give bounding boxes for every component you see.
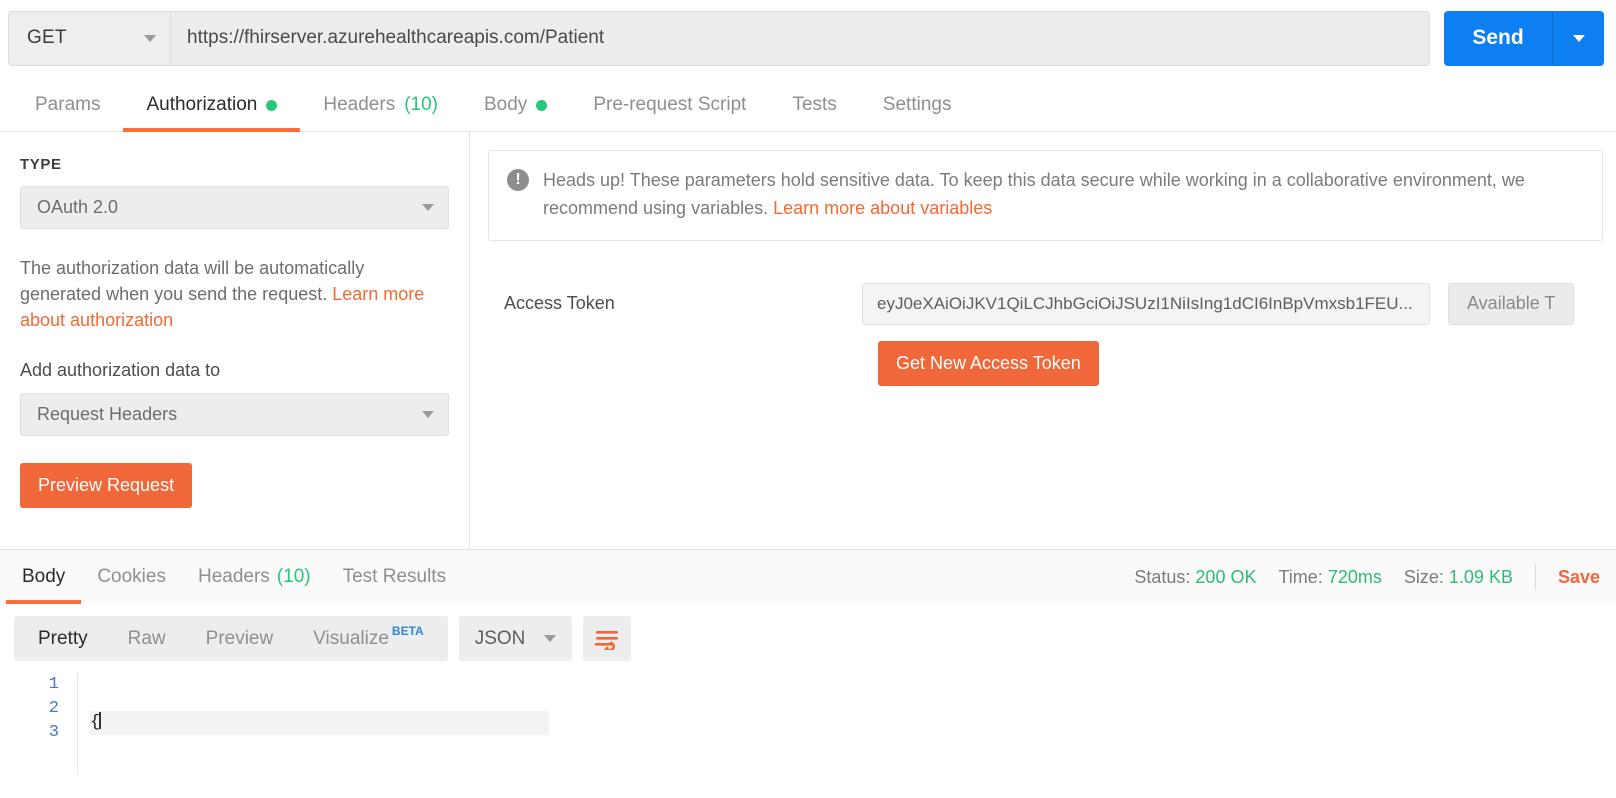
response-format-select[interactable]: JSON: [458, 616, 572, 661]
auth-type-select[interactable]: OAuth 2.0: [20, 186, 449, 229]
status-label: Status:: [1134, 566, 1191, 587]
chevron-down-icon: [422, 204, 434, 211]
tab-tests[interactable]: Tests: [769, 94, 859, 131]
tab-count: (10): [276, 566, 311, 587]
tab-label: Cookies: [97, 566, 166, 587]
chevron-down-icon: [1572, 34, 1585, 42]
format-value: JSON: [474, 627, 526, 649]
time-value: 720ms: [1327, 566, 1382, 587]
response-tab-body[interactable]: Body: [6, 550, 82, 604]
tab-label: Tests: [792, 94, 837, 115]
get-new-access-token-button[interactable]: Get New Access Token: [878, 340, 1099, 386]
response-tabs: Body Cookies Headers (10) Test Results: [0, 550, 462, 604]
learn-more-variables-link[interactable]: Learn more about variables: [773, 198, 992, 218]
tab-settings[interactable]: Settings: [860, 94, 975, 131]
response-tab-cookies[interactable]: Cookies: [81, 550, 182, 604]
beta-badge: BETA: [391, 624, 424, 638]
send-button-group: Send: [1444, 10, 1604, 66]
tab-label: Settings: [882, 94, 952, 115]
http-method-value: GET: [27, 27, 67, 48]
auth-type-label: TYPE: [20, 156, 62, 173]
add-auth-data-select[interactable]: Request Headers: [20, 393, 449, 437]
tab-label: Authorization: [146, 94, 258, 115]
status-dot-icon: [536, 99, 548, 111]
view-preview[interactable]: Preview: [186, 616, 294, 661]
http-method-select[interactable]: GET: [8, 10, 170, 66]
access-token-input[interactable]: eyJ0eXAiOiJKV1QiLCJhbGciOiJSUzI1NiIsIng1…: [862, 282, 1430, 325]
status-value: 200 OK: [1195, 566, 1257, 587]
tab-label: Headers: [323, 94, 396, 115]
code-content: { "resourceType": "Bundle", "id": "164a1…: [78, 673, 550, 773]
line-number: 3: [48, 723, 59, 742]
divider: [1534, 564, 1536, 590]
exclamation-icon: !: [507, 169, 529, 191]
response-view-switcher: Pretty Raw Preview Visualize BETA: [14, 616, 448, 661]
auth-helper-sentence: The authorization data will be automatic…: [20, 258, 365, 305]
view-raw[interactable]: Raw: [108, 616, 186, 661]
response-stats: Status: 200 OK Time: 720ms Size: 1.09 KB…: [1134, 564, 1602, 590]
sensitive-data-notice: ! Heads up! These parameters hold sensit…: [488, 150, 1603, 241]
tab-pre-request-script[interactable]: Pre-request Script: [570, 94, 769, 131]
size-label: Size:: [1403, 566, 1444, 587]
request-tabs: Params Authorization Headers (10) Body P…: [0, 78, 1616, 132]
response-meta-bar: Body Cookies Headers (10) Test Results S…: [0, 549, 1616, 604]
send-button[interactable]: Send: [1444, 10, 1552, 66]
response-body-code[interactable]: 1 2 3 { "resourceType": "Bundle", "id": …: [0, 673, 1616, 773]
request-url-input[interactable]: https://fhirserver.azurehealthcareapis.c…: [170, 10, 1430, 66]
available-tokens-button[interactable]: Available T: [1448, 282, 1575, 325]
line-number: 2: [48, 699, 59, 718]
tab-params[interactable]: Params: [12, 94, 123, 131]
line-number: 1: [48, 675, 59, 694]
auth-helper-text: The authorization data will be automatic…: [20, 255, 449, 333]
tab-label: Test Results: [342, 566, 447, 587]
tab-body[interactable]: Body: [461, 94, 570, 131]
size-stat: Size: 1.09 KB: [1404, 567, 1513, 588]
tab-count: (10): [404, 94, 438, 115]
get-new-token-wrap: Get New Access Token: [488, 340, 1616, 386]
time-stat: Time: 720ms: [1278, 567, 1381, 588]
wrap-text-button[interactable]: [582, 616, 631, 661]
tab-label: Body: [484, 94, 528, 115]
add-auth-data-label: Add authorization data to: [20, 360, 221, 381]
tab-label: Params: [35, 94, 101, 115]
tab-label: Body: [22, 566, 66, 587]
chevron-down-icon: [422, 411, 434, 419]
access-token-row: Access Token eyJ0eXAiOiJKV1QiLCJhbGciOiJ…: [488, 282, 1616, 325]
chevron-down-icon: [543, 635, 556, 642]
view-visualize[interactable]: Visualize BETA: [293, 616, 443, 661]
notice-text: Heads up! These parameters hold sensitiv…: [543, 167, 1584, 223]
send-options-button[interactable]: [1552, 10, 1604, 66]
view-label: Preview: [205, 627, 274, 649]
status-dot-icon: [266, 99, 278, 111]
time-label: Time:: [1278, 566, 1323, 587]
auth-details-column: ! Heads up! These parameters hold sensit…: [470, 132, 1616, 549]
view-label: Pretty: [38, 627, 88, 649]
response-tab-headers[interactable]: Headers (10): [182, 550, 327, 604]
request-url-bar: GET https://fhirserver.azurehealthcareap…: [0, 0, 1616, 78]
tab-headers[interactable]: Headers (10): [300, 94, 461, 131]
size-value: 1.09 KB: [1448, 566, 1513, 587]
tab-authorization[interactable]: Authorization: [123, 94, 301, 132]
tab-label: Pre-request Script: [593, 94, 747, 115]
authorization-panel: TYPE OAuth 2.0 The authorization data wi…: [0, 132, 1616, 549]
preview-request-button[interactable]: Preview Request: [20, 463, 193, 509]
response-tab-test-results[interactable]: Test Results: [327, 550, 462, 604]
response-body-toolbar: Pretty Raw Preview Visualize BETA JSON: [0, 604, 1616, 673]
access-token-label: Access Token: [504, 293, 615, 314]
auth-type-value: OAuth 2.0: [37, 197, 119, 217]
save-response-link[interactable]: Save: [1558, 567, 1600, 588]
tab-label: Headers: [197, 566, 270, 587]
view-label: Visualize: [313, 627, 389, 649]
auth-config-column: TYPE OAuth 2.0 The authorization data wi…: [0, 132, 470, 549]
view-pretty[interactable]: Pretty: [18, 616, 108, 661]
add-auth-data-value: Request Headers: [37, 404, 178, 425]
chevron-down-icon: [144, 34, 156, 42]
line-number-gutter: 1 2 3: [0, 673, 78, 773]
wrap-text-icon: [594, 630, 618, 650]
code-line: {: [90, 711, 550, 735]
status-stat: Status: 200 OK: [1134, 567, 1256, 588]
notice-sentence: Heads up! These parameters hold sensitiv…: [543, 170, 1525, 218]
view-label: Raw: [127, 627, 166, 649]
text-cursor: [99, 712, 102, 729]
